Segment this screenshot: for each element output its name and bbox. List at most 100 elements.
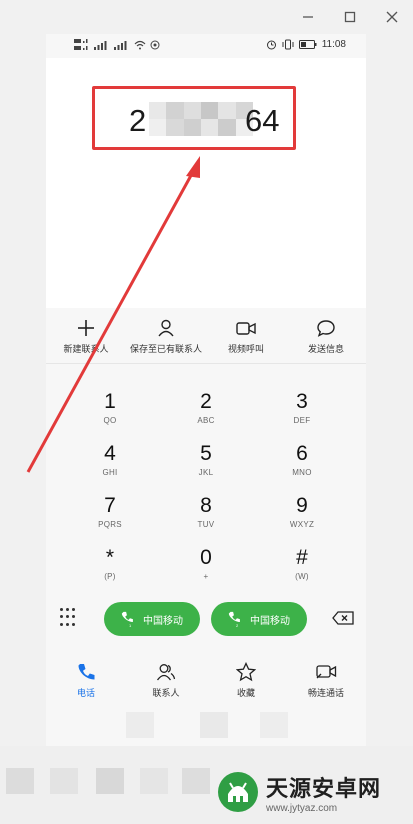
key-hash-sub: (W)	[295, 572, 309, 581]
tab-phone[interactable]: 电话	[46, 656, 126, 706]
svg-text:1: 1	[129, 623, 132, 627]
contacts-icon	[156, 664, 176, 681]
tab-contacts-label: 联系人	[152, 688, 180, 698]
nfc-icon	[150, 40, 160, 50]
message-icon	[317, 320, 335, 337]
call-sim2-button[interactable]: 2 中国移动	[211, 602, 307, 636]
key-0-sub: +	[203, 572, 209, 581]
key-3-sub: DEF	[293, 416, 311, 425]
status-bar: 11:08	[46, 34, 366, 58]
backspace-icon	[332, 611, 354, 625]
key-1-digit: 1	[104, 390, 116, 413]
tab-meetime-label: 畅连通话	[307, 688, 344, 698]
blur-block	[6, 768, 34, 794]
key-star[interactable]: * (P)	[62, 546, 158, 598]
watermark-url: www.jytyaz.com	[266, 802, 338, 814]
blur-block	[96, 768, 124, 794]
maximize-icon	[344, 11, 356, 23]
key-1[interactable]: 1 QO	[62, 390, 158, 442]
blur-block	[50, 768, 78, 794]
close-button[interactable]	[371, 0, 413, 34]
dialer-actions: 新建联系人 保存至已有联系人 视频呼叫 发送信息	[46, 314, 366, 364]
status-time: 11:08	[321, 39, 346, 50]
phone-hd-icon: 1	[121, 611, 133, 627]
tab-favorites[interactable]: 收藏	[206, 656, 286, 706]
key-6-sub: MNO	[292, 468, 312, 477]
video-call-icon	[316, 665, 337, 679]
phone-screen: 11:08 2 64 新建联系人 保存至已有联系人 视频呼叫 发送信息 1 QO…	[46, 34, 366, 746]
dialed-number-suffix: 64	[245, 103, 280, 138]
person-icon	[158, 319, 174, 337]
minimize-button[interactable]	[287, 0, 329, 34]
video-call-button[interactable]: 视频呼叫	[206, 314, 286, 363]
key-5[interactable]: 5 JKL	[158, 442, 254, 494]
tab-contacts[interactable]: 联系人	[126, 656, 206, 706]
send-message-label: 发送信息	[307, 344, 344, 354]
key-8[interactable]: 8 TUV	[158, 494, 254, 546]
number-display-area: 2 64	[46, 58, 366, 308]
svg-text:2: 2	[236, 623, 239, 627]
blur-block	[140, 768, 168, 794]
dialed-number-prefix: 2	[129, 103, 147, 138]
key-2-digit: 2	[200, 390, 212, 413]
star-icon	[236, 662, 256, 682]
key-4[interactable]: 4 GHI	[62, 442, 158, 494]
tab-phone-label: 电话	[76, 688, 95, 698]
send-message-button[interactable]: 发送信息	[286, 314, 366, 363]
key-7-digit: 7	[104, 494, 116, 517]
hd-icon	[74, 39, 88, 50]
minimize-icon	[303, 16, 313, 18]
maximize-button[interactable]	[329, 0, 371, 34]
close-icon	[386, 11, 398, 23]
blur-block	[126, 712, 154, 738]
backspace-button[interactable]	[332, 611, 354, 630]
key-star-digit: *	[105, 546, 115, 569]
key-3[interactable]: 3 DEF	[254, 390, 350, 442]
key-7[interactable]: 7 PQRS	[62, 494, 158, 546]
status-right: 11:08	[266, 39, 346, 50]
save-to-contact-button[interactable]: 保存至已有联系人	[126, 314, 206, 363]
vibrate-icon	[282, 39, 294, 50]
call-sim1-button[interactable]: 1 中国移动	[104, 602, 200, 636]
window-controls	[273, 0, 413, 34]
wifi-icon	[134, 40, 146, 50]
signal-icon	[94, 41, 107, 50]
key-8-sub: TUV	[197, 520, 215, 529]
key-5-sub: JKL	[198, 468, 214, 477]
dialed-number-highlight: 2 64	[92, 86, 296, 150]
battery-icon	[298, 40, 317, 49]
key-1-sub: QO	[103, 416, 117, 425]
blur-block	[260, 712, 288, 738]
alarm-icon	[266, 40, 276, 50]
new-contact-label: 新建联系人	[63, 344, 109, 354]
key-3-digit: 3	[296, 390, 308, 413]
key-4-sub: GHI	[102, 468, 118, 477]
key-9[interactable]: 9 WXYZ	[254, 494, 350, 546]
plus-icon	[78, 320, 94, 336]
key-4-digit: 4	[104, 442, 116, 465]
phone-hd-icon-2: 2	[228, 611, 240, 627]
key-6[interactable]: 6 MNO	[254, 442, 350, 494]
video-icon	[236, 322, 256, 335]
blur-block	[182, 768, 210, 794]
key-hash[interactable]: # (W)	[254, 546, 350, 598]
keypad-toggle-button[interactable]	[60, 608, 76, 628]
key-6-digit: 6	[296, 442, 308, 465]
phone-icon	[78, 664, 95, 680]
bottom-tab-bar: 电话 联系人 收藏 畅连通话	[46, 656, 366, 706]
key-0[interactable]: 0 +	[158, 546, 254, 598]
number-blur-mosaic	[149, 102, 253, 136]
key-5-digit: 5	[200, 442, 212, 465]
call-sim1-label: 中国移动	[143, 615, 183, 627]
key-0-digit: 0	[200, 546, 212, 569]
new-contact-button[interactable]: 新建联系人	[46, 314, 126, 363]
key-star-sub: (P)	[104, 572, 116, 581]
save-to-contact-label: 保存至已有联系人	[129, 344, 202, 354]
watermark-title: 天源安卓网	[266, 775, 382, 801]
watermark: 天源安卓网 www.jytyaz.com	[216, 770, 381, 814]
call-row: 1 中国移动 2 中国移动	[46, 600, 366, 640]
tab-meetime[interactable]: 畅连通话	[286, 656, 366, 706]
key-2-sub: ABC	[197, 416, 215, 425]
watermark-text: 天源安卓网 www.jytyaz.com	[266, 771, 381, 814]
key-2[interactable]: 2 ABC	[158, 390, 254, 442]
